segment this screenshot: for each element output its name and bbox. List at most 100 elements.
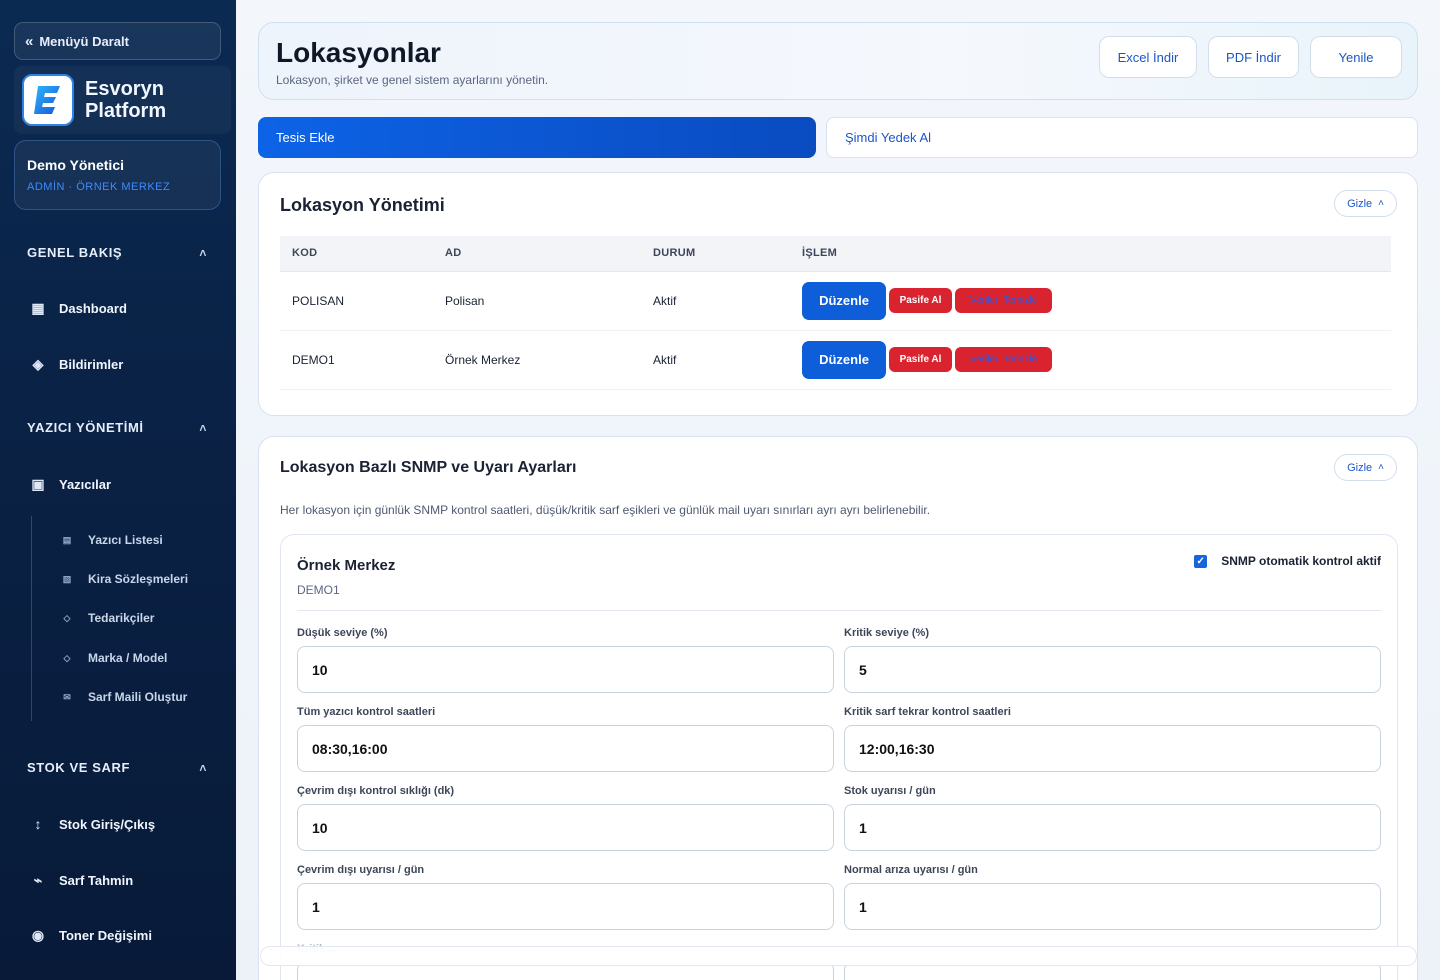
- pdf-download-button[interactable]: PDF İndir: [1208, 36, 1299, 78]
- sidebar-subitem-sarf-maili[interactable]: ✉ Sarf Maili Oluştur: [62, 690, 187, 704]
- field-label: Stok uyarısı / gün: [844, 785, 936, 797]
- backup-now-button[interactable]: Şimdi Yedek Al: [826, 117, 1418, 158]
- section-title: GENEL BAKIŞ: [27, 245, 123, 260]
- field-label: Normal arıza uyarısı / gün: [844, 864, 978, 876]
- sidebar-item-sarf-tahmin[interactable]: ⌁ Sarf Tahmin: [30, 872, 133, 889]
- section-genel-bakis[interactable]: GENEL BAKIŞ ˄: [27, 245, 207, 260]
- location-snmp-panel: Örnek Merkez DEMO1 ✓ SNMP otomatik kontr…: [280, 534, 1398, 980]
- collapse-menu-button[interactable]: « Menüyü Daralt: [14, 22, 221, 60]
- main-content: Lokasyonlar Lokasyon, şirket ve genel si…: [236, 0, 1440, 980]
- caret-up-icon: ˄: [1378, 198, 1384, 209]
- sidebar-item-toner-degisimi[interactable]: ◉ Toner Değişimi: [30, 927, 152, 944]
- sidebar-subitem-label: Yazıcı Listesi: [88, 533, 163, 547]
- cell-actions: Düzenle Pasife Al Verileri Temizle: [790, 271, 1391, 331]
- sidebar-item-stok-giris-cikis[interactable]: ↕ Stok Giriş/Çıkış: [30, 816, 156, 832]
- field-label: Kritik sarf tekrar kontrol saatleri: [844, 706, 1011, 718]
- divider: [297, 610, 1381, 611]
- sidebar-item-bildirimler[interactable]: ◈ Bildirimler: [30, 356, 124, 373]
- deactivate-button[interactable]: Pasife Al: [889, 347, 952, 372]
- sidebar-subitem-marka-model[interactable]: ◇ Marka / Model: [62, 651, 168, 665]
- mail-icon: ✉: [63, 691, 71, 702]
- edit-button[interactable]: Düzenle: [802, 340, 886, 379]
- sidebar-item-label: Sarf Tahmin: [59, 873, 134, 888]
- field-label: Çevrim dışı uyarısı / gün: [297, 864, 425, 876]
- hide-label: Gizle: [1347, 461, 1373, 474]
- refresh-button[interactable]: Yenile: [1310, 36, 1402, 78]
- page-title: Lokasyonlar: [276, 37, 441, 68]
- sidebar-item-label: Yazıcılar: [59, 477, 112, 492]
- section-title: STOK VE SARF: [27, 760, 131, 775]
- section-title: YAZICI YÖNETİMİ: [27, 420, 144, 435]
- card-title: Lokasyon Bazlı SNMP ve Uyarı Ayarları: [280, 459, 577, 476]
- sidebar-item-label: Dashboard: [59, 301, 127, 316]
- snmp-auto-check-label: SNMP otomatik kontrol aktif: [1221, 554, 1381, 568]
- sidebar-subitem-label: Sarf Maili Oluştur: [88, 690, 188, 704]
- small-diamond-icon: ◇: [63, 652, 71, 663]
- updown-arrow-icon: ↕: [34, 816, 42, 832]
- edit-button[interactable]: Düzenle: [802, 281, 886, 320]
- sidebar-subitem-label: Kira Sözleşmeleri: [88, 572, 189, 586]
- brand-name-line1: Esvoryn: [85, 78, 164, 100]
- submenu-guide-line: [31, 516, 32, 721]
- brand-logo-icon: [22, 74, 74, 126]
- clear-data-button[interactable]: Verileri Temizle: [955, 347, 1052, 372]
- column-header-kod: KOD: [280, 236, 433, 272]
- section-yazici-yonetimi[interactable]: YAZICI YÖNETİMİ ˄: [27, 420, 207, 435]
- sidebar-item-label: Bildirimler: [59, 357, 124, 372]
- all-printer-check-hours-input[interactable]: 08:30,16:00: [297, 725, 834, 772]
- list-icon: ▤: [62, 534, 72, 545]
- section-stok-ve-sarf[interactable]: STOK VE SARF ˄: [27, 760, 207, 775]
- cell-actions: Düzenle Pasife Al Verileri Temizle: [790, 330, 1391, 390]
- cell-code: DEMO1: [280, 330, 433, 390]
- low-level-input[interactable]: 10: [297, 646, 834, 693]
- snmp-auto-check-toggle[interactable]: ✓ SNMP otomatik kontrol aktif: [1194, 554, 1381, 568]
- offline-alert-per-day-input[interactable]: 1: [297, 883, 834, 930]
- snmp-description: Her lokasyon için günlük SNMP kontrol sa…: [280, 503, 931, 517]
- caret-up-icon: ˄: [1378, 462, 1384, 473]
- location-management-card: Lokasyon Yönetimi Gizle ˄ KOD AD DURUM İ…: [258, 172, 1418, 416]
- sidebar-subitem-kira-sozlesmeleri[interactable]: ▧ Kira Sözleşmeleri: [62, 572, 188, 586]
- critical-level-input[interactable]: 5: [844, 646, 1381, 693]
- user-name: Demo Yönetici: [27, 157, 124, 173]
- offline-check-interval-input[interactable]: 10: [297, 804, 834, 851]
- cell-name: Örnek Merkez: [433, 330, 641, 390]
- card-title: Lokasyon Yönetimi: [280, 195, 445, 215]
- column-header-ad: AD: [433, 236, 641, 272]
- add-facility-button[interactable]: Tesis Ekle: [258, 117, 816, 158]
- small-diamond-icon: ◇: [63, 612, 71, 623]
- sidebar-item-label: Toner Değişimi: [59, 928, 152, 943]
- caret-up-icon: ˄: [199, 760, 207, 775]
- stock-alert-per-day-input[interactable]: 1: [844, 804, 1381, 851]
- brand: Esvoryn Platform: [14, 66, 231, 134]
- sidebar-subitem-tedarikciler[interactable]: ◇ Tedarikçiler: [62, 611, 155, 625]
- field-label: Kritik seviye (%): [844, 627, 929, 639]
- user-card[interactable]: Demo Yönetici ADMİN · ÖRNEK MERKEZ: [14, 140, 221, 210]
- sidebar-subitem-yazici-listesi[interactable]: ▤ Yazıcı Listesi: [62, 533, 163, 547]
- user-role: ADMİN · ÖRNEK MERKEZ: [27, 181, 171, 193]
- horizontal-scrollbar[interactable]: [260, 946, 1417, 966]
- location-code: DEMO1: [297, 583, 340, 597]
- sidebar-item-dashboard[interactable]: ▦ Dashboard: [30, 300, 127, 317]
- locations-table: KOD AD DURUM İŞLEM POLISAN Polisan Aktif…: [280, 236, 1391, 390]
- excel-download-button[interactable]: Excel İndir: [1099, 36, 1197, 78]
- table-row: POLISAN Polisan Aktif Düzenle Pasife Al Ve…: [280, 271, 1391, 331]
- clear-data-button[interactable]: Verileri Temizle: [955, 288, 1052, 313]
- field-label: Düşük seviye (%): [297, 627, 388, 639]
- normal-fault-alert-per-day-input[interactable]: 1: [844, 883, 1381, 930]
- hide-snmp-settings-button[interactable]: Gizle ˄: [1334, 454, 1397, 481]
- checkbox-checked-icon[interactable]: ✓: [1194, 554, 1208, 568]
- trend-icon: ⌁: [33, 872, 43, 888]
- collapse-menu-label: Menüyü Daralt: [39, 33, 129, 49]
- caret-up-icon: ˄: [199, 420, 207, 435]
- critical-recheck-hours-input[interactable]: 12:00,16:30: [844, 725, 1381, 772]
- hide-location-management-button[interactable]: Gizle ˄: [1334, 190, 1397, 217]
- deactivate-button[interactable]: Pasife Al: [889, 288, 952, 313]
- table-row: DEMO1 Örnek Merkez Aktif Düzenle Pasife A…: [280, 330, 1391, 390]
- double-chevron-left-icon: «: [25, 32, 34, 50]
- sidebar-subitem-label: Marka / Model: [88, 651, 168, 665]
- sidebar-item-yazicilar[interactable]: ▣ Yazıcılar: [30, 476, 111, 493]
- target-icon: ◉: [31, 927, 45, 943]
- grid-icon: ▦: [31, 300, 45, 316]
- snmp-settings-card: Lokasyon Bazlı SNMP ve Uyarı Ayarları Gi…: [258, 436, 1418, 980]
- hide-label: Gizle: [1347, 197, 1373, 210]
